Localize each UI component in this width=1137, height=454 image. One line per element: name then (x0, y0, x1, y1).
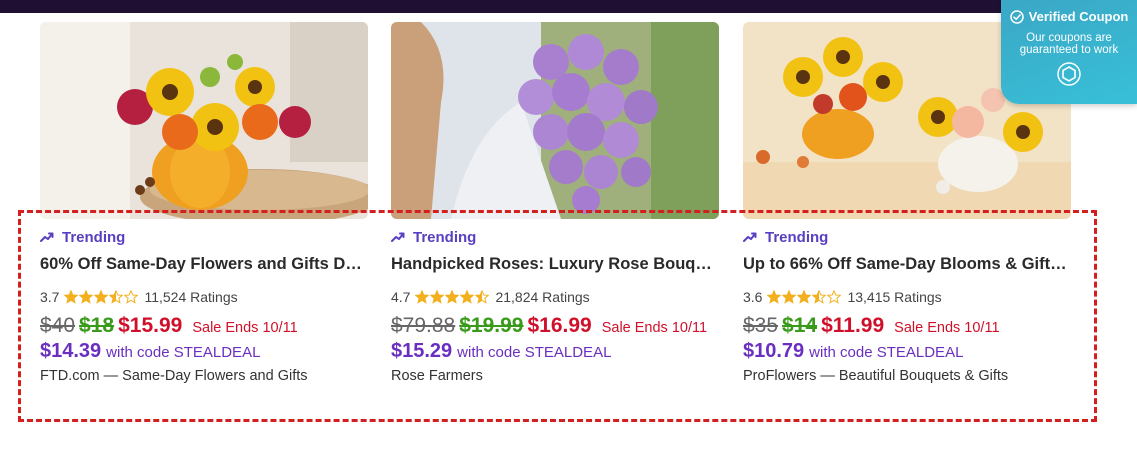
store-name[interactable]: FTD.com — Same-Day Flowers and Gifts (40, 368, 368, 386)
star-half-icon (475, 290, 490, 304)
rating-value: 4.7 (391, 289, 411, 305)
ratings-count: 21,824 Ratings (495, 289, 590, 305)
star-half-icon (812, 290, 827, 304)
trending-up-icon (40, 232, 54, 242)
sunflower-pumpkin-arrangement-image (40, 22, 368, 219)
original-price: $40 (40, 314, 76, 337)
star-full-icon (460, 290, 475, 304)
star-half-icon (109, 290, 124, 304)
rating-value: 3.7 (40, 289, 60, 305)
ratings-count: 13,415 Ratings (847, 289, 942, 305)
star-rating (415, 290, 490, 304)
star-rating (767, 290, 842, 304)
star-rating (64, 290, 139, 304)
previous-price: $14 (782, 314, 818, 337)
previous-price: $19.99 (459, 314, 524, 337)
rating-row: 3.7 11,524 Ratings (40, 288, 368, 306)
coupon-title: Verified Coupon (1028, 9, 1129, 24)
rating-row: 3.6 13,415 Ratings (743, 288, 1071, 306)
rating-row: 4.7 21,824 Ratings (391, 288, 719, 306)
check-circle-icon (1009, 9, 1024, 24)
lavender-rose-bouquet-image (391, 22, 719, 219)
sale-price: $11.99 (821, 314, 885, 337)
code-price: $15.29 (391, 340, 453, 362)
coupon-header: Verified Coupon (1001, 9, 1137, 24)
code-text: with code STEALDEAL (457, 344, 612, 361)
star-full-icon (767, 290, 782, 304)
star-empty-icon (124, 290, 139, 304)
product-title[interactable]: Up to 66% Off Same-Day Blooms & Gifts... (743, 253, 1071, 275)
rating-value: 3.6 (743, 289, 763, 305)
code-text: with code STEALDEAL (106, 344, 261, 361)
sale-price: $16.99 (527, 314, 592, 337)
trending-badge: Trending (391, 228, 719, 246)
star-full-icon (797, 290, 812, 304)
trending-up-icon (391, 232, 405, 242)
product-card[interactable]: Trending Handpicked Roses: Luxury Rose B… (391, 22, 719, 386)
coupon-code-row[interactable]: $15.29 with code STEALDEAL (391, 340, 719, 364)
trending-label: Trending (62, 228, 126, 246)
code-text: with code STEALDEAL (809, 344, 964, 361)
top-nav-bar (0, 0, 1137, 13)
sale-price: $15.99 (118, 314, 183, 337)
price-row: $40 $18 $15.99 Sale Ends 10/11 (40, 314, 368, 340)
coupon-code-row[interactable]: $14.39 with code STEALDEAL (40, 340, 368, 364)
star-full-icon (782, 290, 797, 304)
sale-ends-text: Sale Ends 10/11 (894, 320, 1000, 336)
coupon-subtitle: Our coupons are guaranteed to work (1019, 32, 1119, 56)
coupon-code-row[interactable]: $10.79 with code STEALDEAL (743, 340, 1071, 364)
price-row: $35 $14 $11.99 Sale Ends 10/11 (743, 314, 1071, 340)
star-full-icon (445, 290, 460, 304)
product-title[interactable]: 60% Off Same-Day Flowers and Gifts De... (40, 253, 368, 275)
star-full-icon (430, 290, 445, 304)
original-price: $79.88 (391, 314, 456, 337)
store-name[interactable]: ProFlowers — Beautiful Bouquets & Gifts (743, 368, 1071, 386)
star-full-icon (415, 290, 430, 304)
sale-ends-text: Sale Ends 10/11 (601, 320, 708, 336)
previous-price: $18 (79, 314, 115, 337)
star-full-icon (79, 290, 94, 304)
product-title[interactable]: Handpicked Roses: Luxury Rose Bouqu... (391, 253, 719, 275)
price-row: $79.88 $19.99 $16.99 Sale Ends 10/11 (391, 314, 719, 340)
trending-badge: Trending (40, 228, 368, 246)
code-price: $10.79 (743, 340, 805, 362)
star-full-icon (94, 290, 109, 304)
trending-label: Trending (765, 228, 829, 246)
product-card[interactable]: Trending 60% Off Same-Day Flowers and Gi… (40, 22, 368, 386)
trending-badge: Trending (743, 228, 1071, 246)
badge-logo-icon[interactable] (1057, 62, 1081, 86)
store-name[interactable]: Rose Farmers (391, 368, 719, 386)
verified-coupon-widget[interactable]: Verified Coupon Our coupons are guarante… (1001, 0, 1137, 104)
code-price: $14.39 (40, 340, 102, 362)
star-full-icon (64, 290, 79, 304)
star-empty-icon (827, 290, 842, 304)
product-image[interactable] (40, 22, 368, 219)
product-image[interactable] (391, 22, 719, 219)
trending-label: Trending (413, 228, 477, 246)
ratings-count: 11,524 Ratings (144, 289, 238, 305)
original-price: $35 (743, 314, 779, 337)
sale-ends-text: Sale Ends 10/11 (192, 320, 298, 336)
trending-up-icon (743, 232, 757, 242)
